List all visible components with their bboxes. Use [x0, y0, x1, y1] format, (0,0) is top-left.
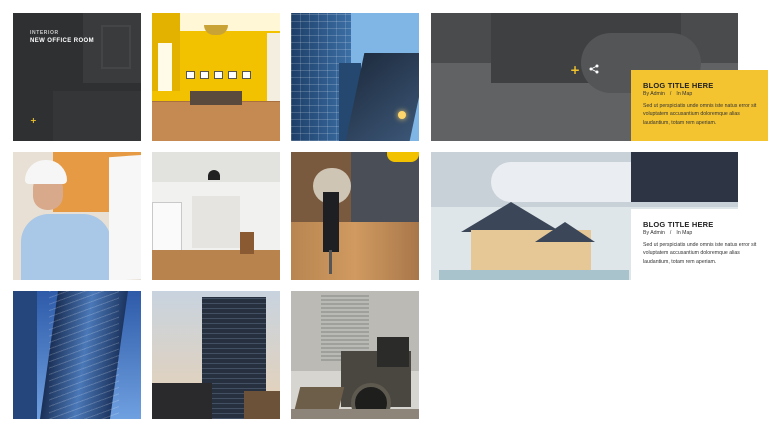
- tile-background: [49, 291, 119, 419]
- tile-background: [13, 291, 37, 419]
- blog-post-title[interactable]: BLOG TITLE HERE: [643, 220, 714, 229]
- tile-background: [186, 71, 195, 79]
- post-location[interactable]: In Map: [676, 230, 692, 236]
- tile-background: [152, 250, 280, 280]
- tile-title[interactable]: NEW OFFICE ROOM: [30, 38, 94, 44]
- tile-background: [109, 154, 141, 280]
- tile-background: [152, 383, 212, 419]
- tile-background: [267, 33, 280, 101]
- gallery-tile-drill[interactable]: [291, 152, 419, 280]
- post-location[interactable]: In Map: [676, 91, 692, 97]
- tile-background: [291, 409, 419, 419]
- gallery-tile-glass-skyscraper[interactable]: [291, 13, 419, 141]
- chandelier-icon: [204, 25, 228, 35]
- tile-background: [329, 250, 332, 274]
- plus-icon[interactable]: +: [30, 117, 37, 125]
- share-icon[interactable]: [589, 64, 599, 77]
- blog-post-excerpt: Sed ut perspiciatis unde omnis iste natu…: [643, 242, 757, 265]
- gallery-tile-bulldozer[interactable]: [291, 291, 419, 419]
- tile-background: [152, 101, 280, 141]
- blog-post-card[interactable]: BLOG TITLE HERE By Admin / In Map Sed ut p…: [631, 209, 768, 280]
- blog-post-title[interactable]: BLOG TITLE HERE: [643, 81, 714, 90]
- gallery-tile-loft[interactable]: [152, 152, 280, 280]
- gallery-tile-yellow-meeting-room[interactable]: [152, 13, 280, 141]
- tile-background: [101, 25, 131, 69]
- gallery-tile-tower-sunset[interactable]: [152, 291, 280, 419]
- drill-icon: [323, 192, 339, 252]
- blog-post-meta: By Admin / In Map: [643, 91, 692, 97]
- blog-post-card[interactable]: BLOG TITLE HERE By Admin / In Map Sed ut p…: [631, 70, 768, 141]
- meta-separator: /: [669, 230, 672, 236]
- tile-background: [439, 270, 629, 280]
- post-author[interactable]: By Admin: [643, 91, 665, 97]
- blog-post-excerpt: Sed ut perspiciatis unde omnis iste natu…: [643, 103, 757, 126]
- tile-background: [398, 111, 406, 119]
- tile-background: [21, 214, 111, 280]
- tile-background: [228, 71, 237, 79]
- lamp-icon: [208, 170, 220, 180]
- tile-background: [244, 391, 280, 419]
- tile-background: [158, 43, 172, 91]
- tile-background: [631, 152, 738, 202]
- post-author[interactable]: By Admin: [643, 230, 665, 236]
- tile-category: INTERIOR: [30, 30, 59, 36]
- gallery-tile-office-room[interactable]: INTERIOR NEW OFFICE ROOM +: [13, 13, 141, 141]
- tile-background: [377, 337, 409, 367]
- tile-background: [351, 152, 419, 222]
- tile-background: [242, 71, 251, 79]
- plus-icon[interactable]: +: [570, 64, 580, 76]
- tile-background: [240, 232, 254, 254]
- tile-background: [53, 91, 141, 141]
- tile-background: [200, 71, 209, 79]
- gallery-tile-twisted-tower[interactable]: [13, 291, 141, 419]
- tile-background: [192, 196, 240, 248]
- blog-post-meta: By Admin / In Map: [643, 230, 692, 236]
- tile-background: [190, 91, 242, 105]
- tile-background: [214, 71, 223, 79]
- tile-background: [291, 222, 419, 280]
- house-roof-icon: [535, 222, 595, 242]
- gallery-tile-engineer[interactable]: [13, 152, 141, 280]
- tile-background: [387, 152, 419, 162]
- meta-separator: /: [669, 91, 672, 97]
